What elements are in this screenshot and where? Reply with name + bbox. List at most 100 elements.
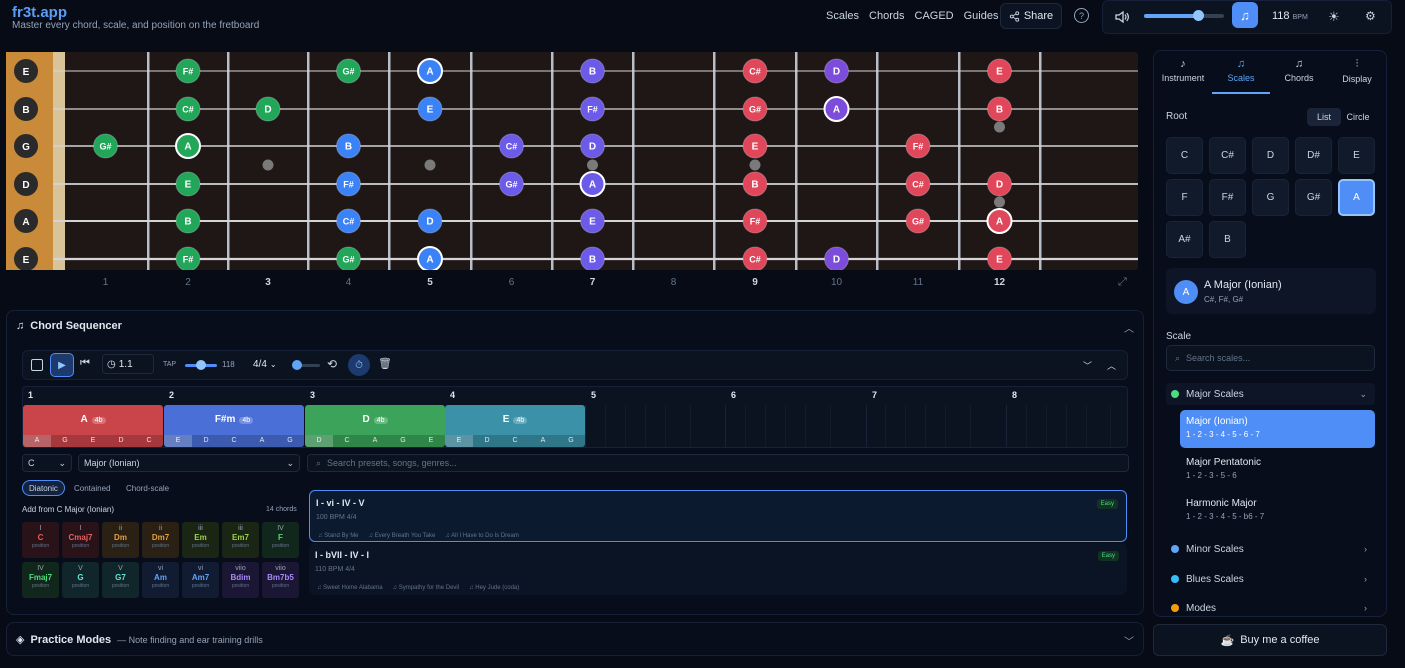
- tab-scales[interactable]: ♫ Scales: [1212, 54, 1270, 94]
- scale-category[interactable]: Modes ›: [1166, 597, 1375, 619]
- palette-chord[interactable]: I Cmaj7 position: [62, 522, 99, 558]
- sun-icon[interactable]: ☀: [1328, 9, 1340, 25]
- top-nav: Scales Chords CAGED Guides: [826, 8, 998, 24]
- palette-chord[interactable]: iii Em position: [182, 522, 219, 558]
- position-display[interactable]: ◷ 1.1: [102, 354, 154, 374]
- scale-search-input[interactable]: ⌕ Search scales...: [1166, 345, 1375, 371]
- sequencer-volume-knob[interactable]: [292, 360, 302, 370]
- metronome-timer-icon[interactable]: ⏱: [348, 354, 370, 376]
- nav-guides[interactable]: Guides: [964, 10, 999, 22]
- expand-icon[interactable]: ⤢: [1118, 276, 1127, 289]
- preset-card[interactable]: I - vi - IV - V 100 BPM 4/4 Easy ♫ Stand By…: [309, 490, 1127, 542]
- root-button[interactable]: G#: [1295, 179, 1332, 216]
- chord-block[interactable]: F#m 4b E D C A G: [164, 405, 304, 447]
- chord-block[interactable]: A 4b A G E D C: [23, 405, 163, 447]
- practice-header[interactable]: ◈ Practice Modes — Note finding and ear tr…: [16, 633, 263, 647]
- key-select[interactable]: C ⌄: [22, 454, 72, 472]
- loop-icon[interactable]: ⟲: [327, 357, 337, 371]
- preset-search-input[interactable]: ⌕ Search presets, songs, genres...: [307, 454, 1129, 472]
- chevron-up-icon[interactable]: ︿: [1107, 359, 1116, 372]
- root-button[interactable]: G: [1252, 179, 1289, 216]
- help-icon[interactable]: ?: [1074, 8, 1089, 23]
- palette-chord[interactable]: V G7 position: [102, 562, 139, 598]
- fretboard[interactable]: E B G D A E F# G# A B C# D E C# D E F# G# A B G# A B C# D E F# E F# G…: [6, 52, 1138, 270]
- note-label: E: [589, 217, 596, 228]
- chevron-up-icon[interactable]: ︿: [1124, 320, 1134, 335]
- fret-number: 5: [427, 277, 433, 288]
- palette-chord[interactable]: iii Em7 position: [222, 522, 259, 558]
- scale-item[interactable]: Harmonic Major 1 - 2 - 3 - 4 - 5 - b6 - 7: [1180, 492, 1375, 530]
- search-icon: ⌕: [1175, 352, 1181, 363]
- root-button[interactable]: C: [1166, 137, 1203, 174]
- tab-chords[interactable]: ♫ Chords: [1270, 54, 1328, 94]
- metronome-toggle[interactable]: ♫: [1232, 2, 1258, 28]
- play-button[interactable]: ▶: [50, 353, 74, 377]
- palette-chord[interactable]: viio Bdim position: [222, 562, 259, 598]
- scale-category[interactable]: Major Scales ⌄: [1166, 383, 1375, 405]
- time-signature-select[interactable]: 4/4 ⌄: [253, 354, 287, 374]
- palette-chord[interactable]: viio Bm7b5 position: [262, 562, 299, 598]
- palette-chord[interactable]: ii Dm position: [102, 522, 139, 558]
- beat-divider: [625, 405, 626, 447]
- palette-chord[interactable]: IV Fposition: [262, 522, 299, 558]
- app-brand[interactable]: fr3t.app: [12, 4, 67, 21]
- note-label: E: [996, 67, 1003, 78]
- share-button[interactable]: Share: [1000, 3, 1062, 29]
- nav-chords[interactable]: Chords: [869, 10, 904, 22]
- palette-chord[interactable]: I Cposition: [22, 522, 59, 558]
- root-button[interactable]: C#: [1209, 137, 1246, 174]
- fret-number: 7: [589, 277, 596, 288]
- root-button[interactable]: E: [1338, 137, 1375, 174]
- root-button[interactable]: D: [1252, 137, 1289, 174]
- tab-diatonic[interactable]: Diatonic: [22, 480, 65, 496]
- root-button[interactable]: F: [1166, 179, 1203, 216]
- scale-item[interactable]: Major (Ionian) 1 - 2 - 3 - 4 - 5 - 6 - 7: [1180, 410, 1375, 448]
- root-button[interactable]: F#: [1209, 179, 1246, 216]
- sequencer-header[interactable]: ♫ Chord Sequencer: [16, 320, 122, 332]
- scale-category[interactable]: Minor Scales ›: [1166, 538, 1375, 560]
- note-label: G#: [749, 105, 761, 115]
- volume-knob[interactable]: [1193, 10, 1204, 21]
- palette-chord[interactable]: V Gposition: [62, 562, 99, 598]
- tab-instrument[interactable]: ♪ Instrument: [1154, 54, 1212, 94]
- stop-icon[interactable]: [31, 359, 43, 371]
- root-button[interactable]: B: [1209, 221, 1246, 258]
- category-dot: [1171, 390, 1179, 398]
- volume-icon[interactable]: [1114, 9, 1130, 25]
- volume-slider[interactable]: [1144, 14, 1224, 18]
- nav-scales[interactable]: Scales: [826, 10, 859, 22]
- root-button[interactable]: D#: [1295, 137, 1332, 174]
- chevron-down-icon: ⌄: [269, 359, 277, 369]
- scale-category[interactable]: Blues Scales ›: [1166, 568, 1375, 590]
- tap-tempo-button[interactable]: TAP: [163, 361, 176, 368]
- tempo-knob[interactable]: [196, 360, 206, 370]
- palette-chord[interactable]: IV Fmaj7 position: [22, 562, 59, 598]
- chord-block[interactable]: D 4b D C A G E: [305, 405, 445, 447]
- tab-contained[interactable]: Contained: [68, 480, 116, 496]
- chord-name: Em7: [232, 533, 249, 543]
- nav-caged[interactable]: CAGED: [915, 10, 954, 22]
- scale-select[interactable]: Major (Ionian) ⌄: [78, 454, 300, 472]
- chevron-down-icon[interactable]: ﹀: [1124, 633, 1134, 648]
- chevron-down-icon[interactable]: ﹀: [1083, 359, 1092, 372]
- view-list[interactable]: List: [1307, 108, 1341, 126]
- tempo-value: 118: [222, 360, 235, 369]
- trash-icon[interactable]: 🗑: [378, 357, 392, 370]
- buy-coffee-button[interactable]: ☕ Buy me a coffee: [1153, 624, 1387, 656]
- preset-card[interactable]: I - bVII - IV - I 110 BPM 4/4 Easy ♫ Sweet …: [309, 543, 1127, 595]
- skip-back-icon[interactable]: ⏮: [80, 357, 90, 370]
- palette-chord[interactable]: vi Am7 position: [182, 562, 219, 598]
- tab-display[interactable]: ⫶ Display: [1328, 54, 1386, 94]
- root-button[interactable]: A: [1338, 179, 1375, 216]
- settings-sliders-icon[interactable]: ⚙: [1365, 9, 1376, 23]
- chord-note-row: EDCAG: [164, 435, 304, 447]
- root-button[interactable]: A#: [1166, 221, 1203, 258]
- view-circle[interactable]: Circle: [1341, 108, 1375, 126]
- fret-inlay: [749, 159, 761, 171]
- chord-block[interactable]: E 4b E D C A G: [445, 405, 585, 447]
- tab-chord-scale[interactable]: Chord-scale: [120, 480, 175, 496]
- scale-item[interactable]: Major Pentatonic 1 - 2 - 3 - 5 - 6: [1180, 451, 1375, 489]
- palette-chord[interactable]: vi Am position: [142, 562, 179, 598]
- palette-chord[interactable]: ii Dm7 position: [142, 522, 179, 558]
- note-label: G#: [342, 255, 354, 265]
